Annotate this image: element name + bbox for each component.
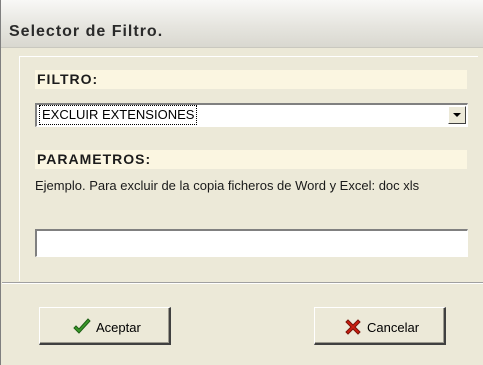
cancel-button[interactable]: Cancelar [314,307,446,345]
footer-separator [2,282,483,284]
dialog-title: Selector de Filtro. [9,23,164,40]
dropdown-arrow-button[interactable] [448,106,466,124]
chevron-down-icon [453,113,461,117]
filter-selector-dialog: Selector de Filtro. FILTRO: EXCLUIR EXTE… [0,0,483,365]
checkmark-icon [72,317,92,337]
parameters-input[interactable] [35,229,468,257]
filter-selected-value[interactable]: EXCLUIR EXTENSIONES [38,105,198,125]
parameters-label: PARAMETROS: [35,150,467,169]
red-x-icon [343,317,363,337]
accept-button[interactable]: Aceptar [39,307,171,345]
parameters-example-text: Ejemplo. Para excluir de la copia ficher… [35,178,420,193]
accept-button-label: Aceptar [96,319,141,335]
filter-dropdown[interactable]: EXCLUIR EXTENSIONES [35,103,468,127]
filter-label: FILTRO: [35,70,467,89]
cancel-button-label: Cancelar [367,319,420,335]
title-bar[interactable]: Selector de Filtro. [1,0,483,48]
